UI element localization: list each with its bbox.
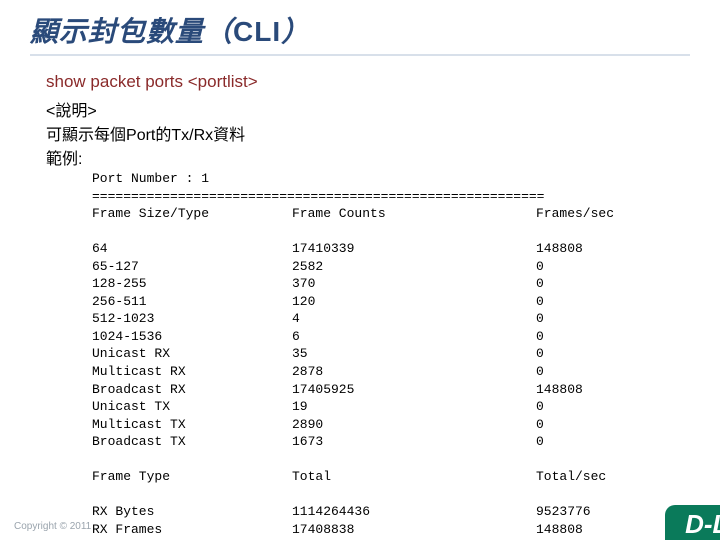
title-text-zh: 顯示封包數量（: [30, 16, 233, 47]
cell: Broadcast RX: [92, 381, 292, 399]
cell: 0: [536, 398, 544, 416]
cell: Multicast TX: [92, 416, 292, 434]
page-title: 顯示封包數量（CLI）: [30, 10, 310, 50]
cell: Unicast RX: [92, 345, 292, 363]
cell: 120: [292, 293, 536, 311]
title-text-cli: CLI: [233, 16, 281, 47]
example-label: 範例:: [46, 148, 245, 172]
cell: 512-1023: [92, 310, 292, 328]
copyright-text: Copyright © 2011: [14, 521, 91, 532]
col-header-b1: Frame Type: [92, 468, 292, 486]
cell: 6: [292, 328, 536, 346]
cell: 2582: [292, 258, 536, 276]
cell: 148808: [536, 240, 583, 258]
cell: 4: [292, 310, 536, 328]
description-block: <說明> 可顯示每個Port的Tx/Rx資料 範例:: [46, 100, 245, 172]
cell: 64: [92, 240, 292, 258]
cell: 17405925: [292, 381, 536, 399]
cli-command: show packet ports <portlist>: [46, 72, 258, 92]
cell: 256-511: [92, 293, 292, 311]
cell: 0: [536, 433, 544, 451]
cell: 0: [536, 293, 544, 311]
cell: 17410339: [292, 240, 536, 258]
col-header-2: Frame Counts: [292, 205, 536, 223]
port-number-header: Port Number : 1: [92, 171, 209, 186]
cell: Multicast RX: [92, 363, 292, 381]
title-underline: [30, 54, 690, 56]
cell: 35: [292, 345, 536, 363]
description-text: 可顯示每個Port的Tx/Rx資料: [46, 124, 245, 148]
cell: 2890: [292, 416, 536, 434]
cell: 0: [536, 310, 544, 328]
cell: 370: [292, 275, 536, 293]
cell: 0: [536, 258, 544, 276]
cell: 128-255: [92, 275, 292, 293]
col-header-b2: Total: [292, 468, 536, 486]
note-label: <說明>: [46, 100, 245, 124]
cli-output: Port Number : 1 ========================…: [92, 170, 614, 540]
col-header-b3: Total/sec: [536, 468, 606, 486]
brand-logo-wrap: D-Link: [610, 500, 720, 540]
cell: 0: [536, 416, 544, 434]
cell: 0: [536, 345, 544, 363]
slide-root: 顯示封包數量（CLI） show packet ports <portlist>…: [0, 0, 720, 540]
cell: Unicast TX: [92, 398, 292, 416]
cell: 2878: [292, 363, 536, 381]
cell: 0: [536, 328, 544, 346]
brand-logo: D-Link: [665, 505, 720, 540]
cell: 0: [536, 275, 544, 293]
col-header-3: Frames/sec: [536, 205, 614, 223]
cell: 65-127: [92, 258, 292, 276]
cell: 1024-1536: [92, 328, 292, 346]
col-header-1: Frame Size/Type: [92, 205, 292, 223]
cell: 1673: [292, 433, 536, 451]
cell: 0: [536, 363, 544, 381]
cell: Broadcast TX: [92, 433, 292, 451]
description-value: 可顯示每個Port的Tx/Rx資料: [46, 127, 245, 144]
footer: Copyright © 2011 D-Link: [0, 512, 720, 540]
title-text-close: ）: [281, 16, 310, 47]
cell: 19: [292, 398, 536, 416]
cell: 148808: [536, 381, 583, 399]
